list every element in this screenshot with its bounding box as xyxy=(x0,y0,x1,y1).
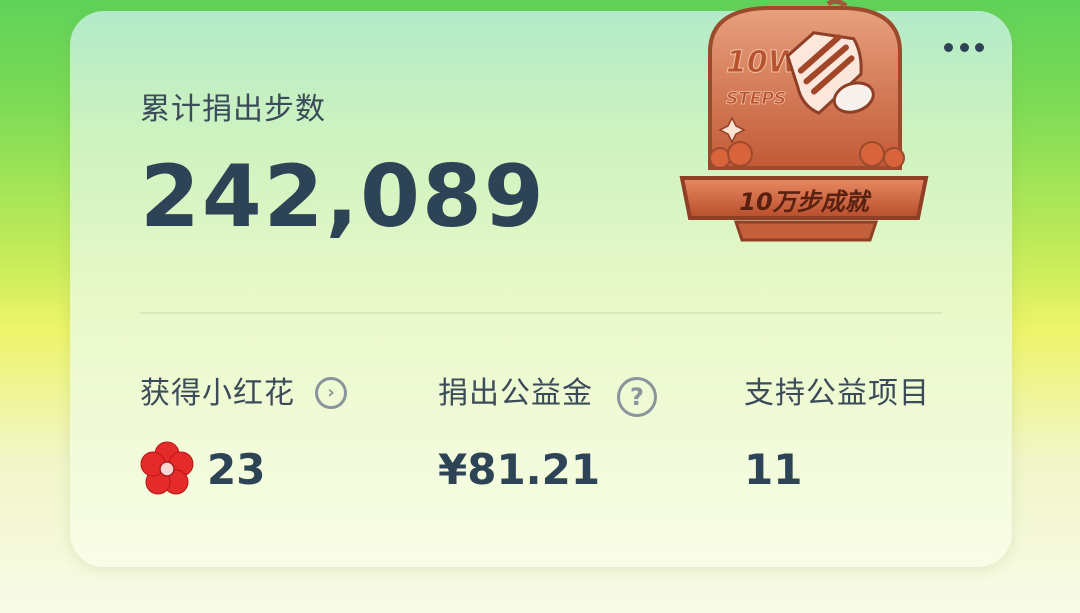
red-flower-icon xyxy=(140,441,194,495)
menu-dot xyxy=(944,42,953,52)
chevron-right-circle-icon[interactable]: › xyxy=(315,377,347,409)
question-circle-icon[interactable]: ? xyxy=(617,377,657,417)
flowers-value: 23 xyxy=(207,445,266,494)
flowers-label: 获得小红花 xyxy=(140,376,295,411)
more-options-icon[interactable] xyxy=(944,41,984,53)
donation-value: ¥81.21 xyxy=(438,445,601,494)
menu-dot xyxy=(975,42,984,52)
badge-ribbon-text: 10万步成就 xyxy=(739,188,871,216)
total-steps-title: 累计捐出步数 xyxy=(140,92,326,127)
projects-label: 支持公益项目 xyxy=(744,376,930,411)
projects-value: 11 xyxy=(744,445,803,494)
section-divider xyxy=(140,312,942,314)
badge-steps-text: STEPS xyxy=(726,89,786,109)
menu-dot xyxy=(959,42,969,52)
badge-hanger xyxy=(826,0,848,9)
donation-label: 捐出公益金 xyxy=(438,376,593,411)
badge-base xyxy=(733,220,879,242)
total-steps-value: 242,089 xyxy=(140,147,546,247)
achievement-badge[interactable]: 10W STEPS 10万步成就 xyxy=(676,0,932,252)
